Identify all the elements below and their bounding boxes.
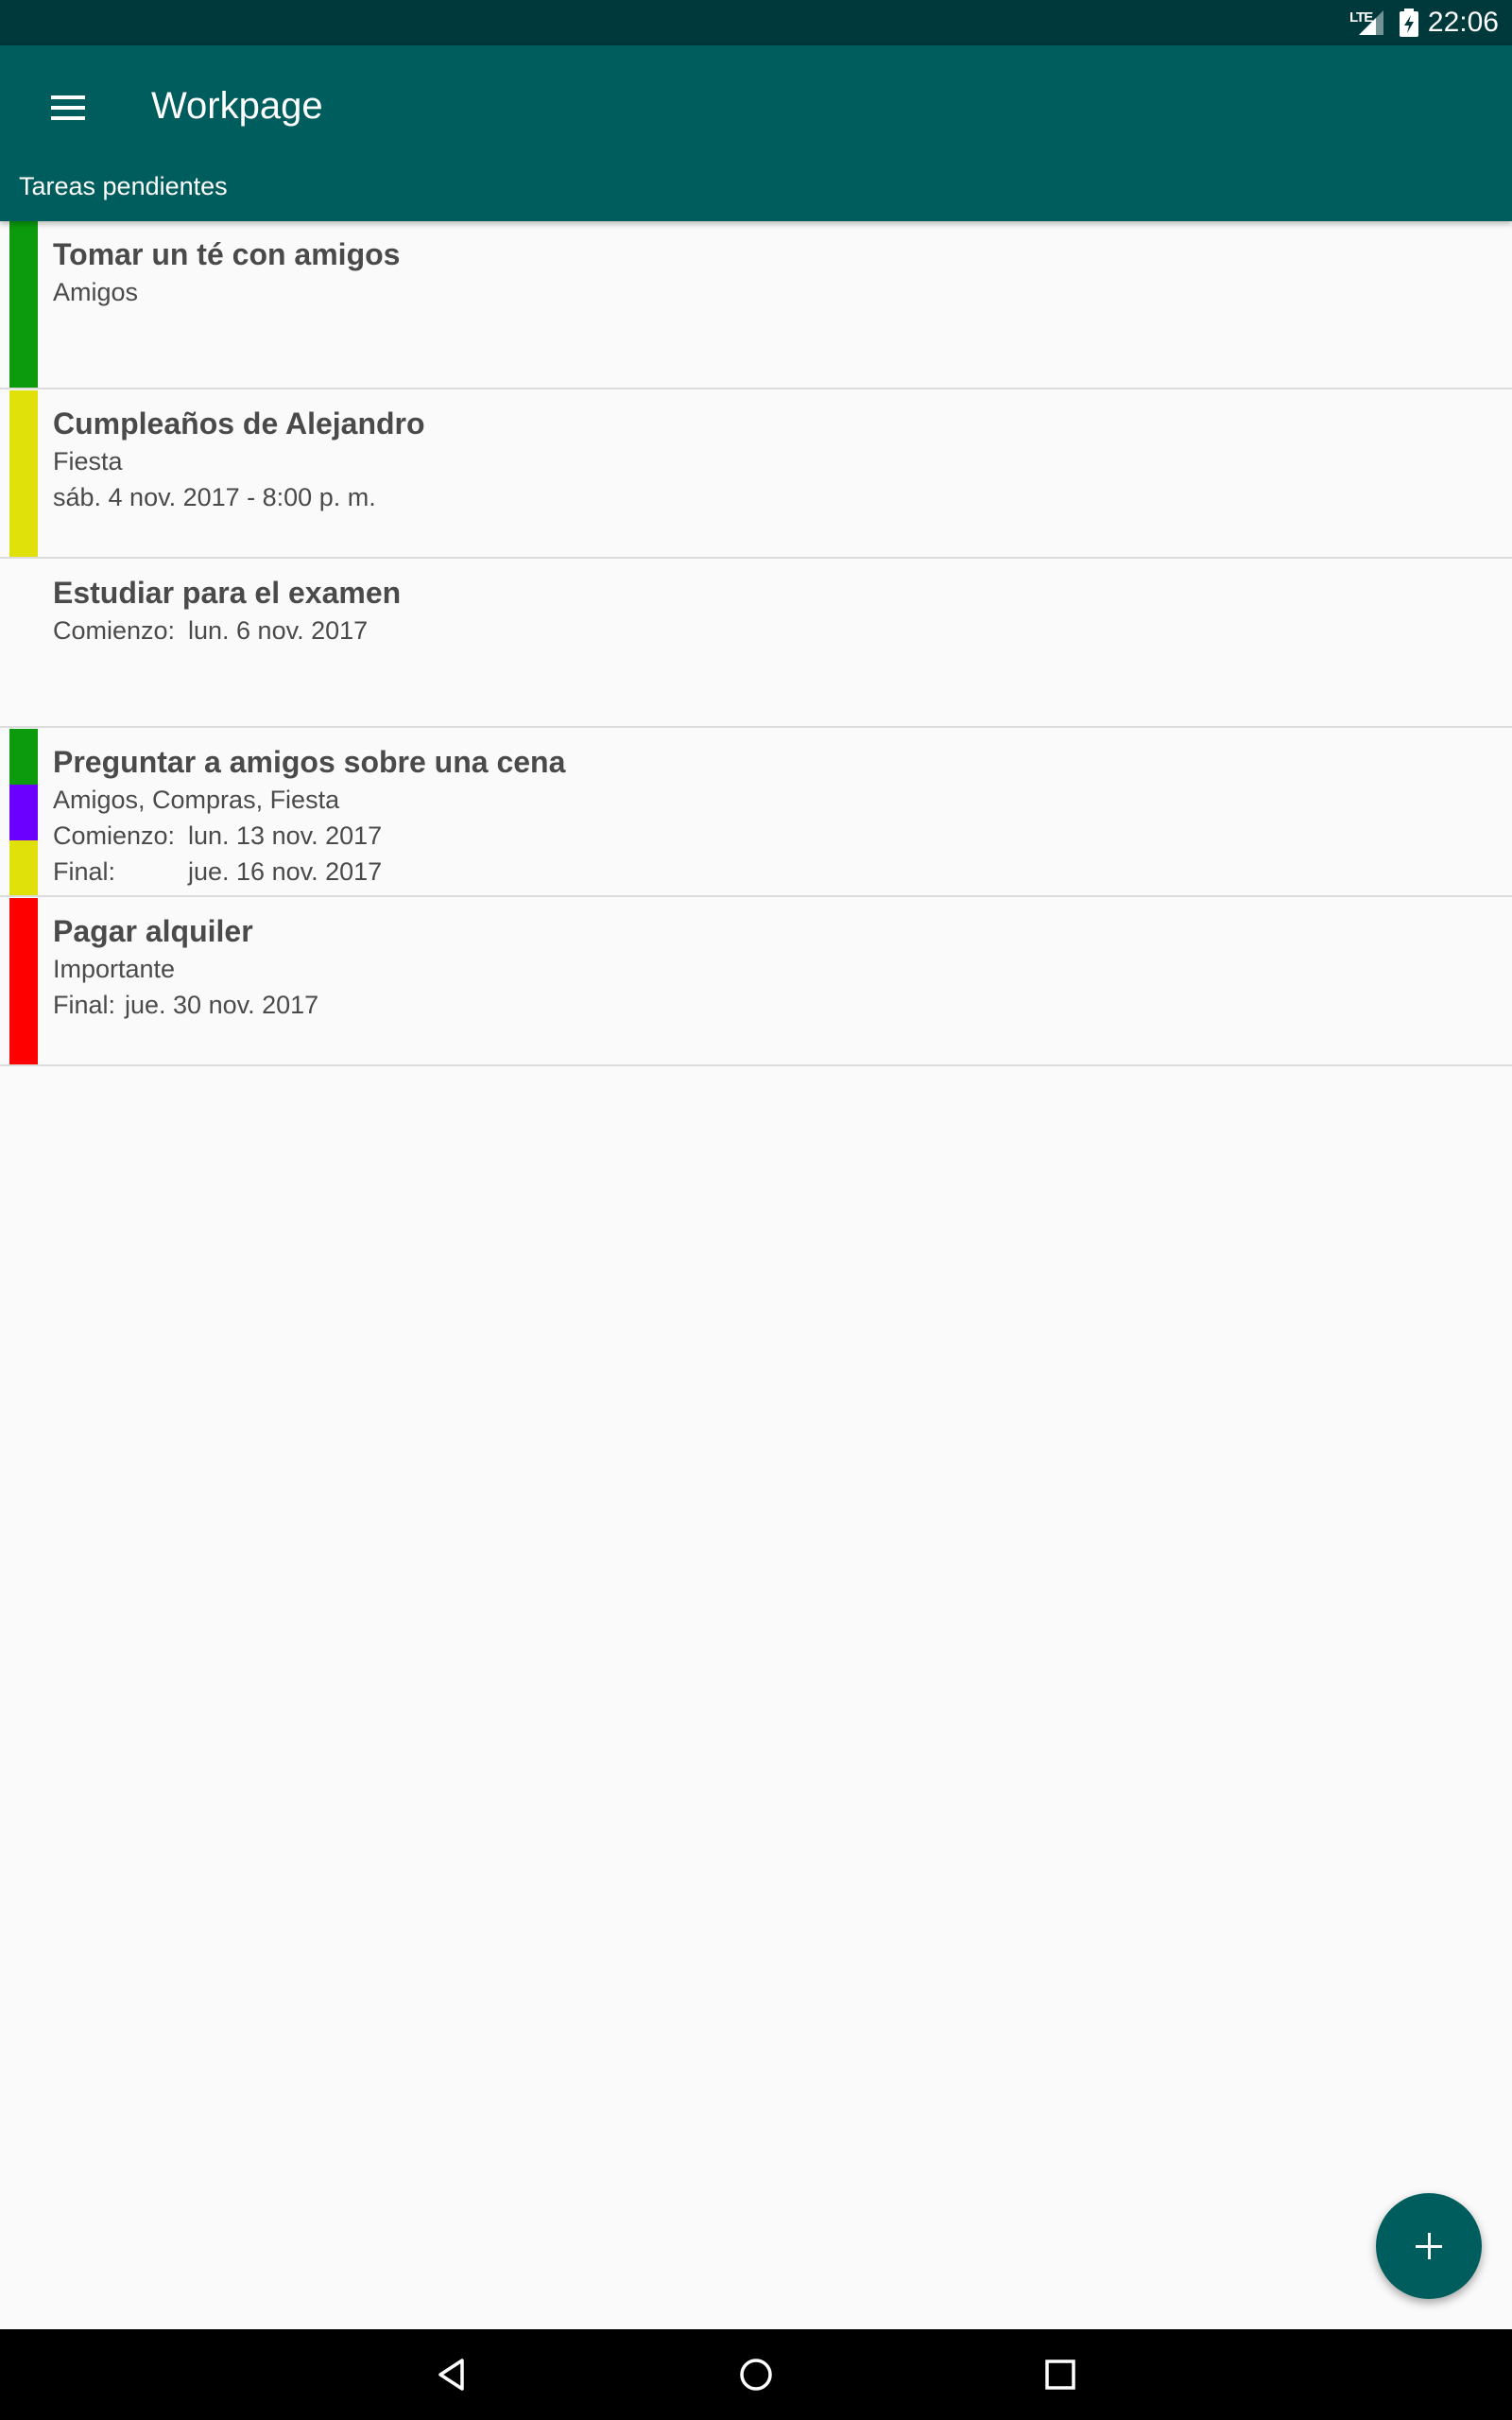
task-start-date: Comienzo: lun. 13 nov. 2017 xyxy=(53,818,565,854)
category-color-stripe xyxy=(9,390,38,557)
category-color-stripe xyxy=(9,560,38,726)
task-end-date: Final: jue. 16 nov. 2017 xyxy=(53,854,565,890)
battery-charging-icon xyxy=(1400,9,1418,37)
category-color-segment xyxy=(9,898,38,1064)
start-value: lun. 13 nov. 2017 xyxy=(188,821,383,850)
category-color-stripe xyxy=(9,729,38,895)
category-color-stripe xyxy=(9,221,38,388)
category-color-segment xyxy=(9,729,38,785)
menu-button[interactable] xyxy=(38,78,98,138)
start-label: Comienzo: xyxy=(53,616,176,645)
signal-icon xyxy=(1359,10,1383,35)
task-item[interactable]: Preguntar a amigos sobre una cena Amigos… xyxy=(0,729,1512,897)
app-bar: Workpage Tareas pendientes xyxy=(0,45,1512,221)
task-categories: Importante xyxy=(53,955,176,983)
end-value: jue. 30 nov. 2017 xyxy=(125,991,319,1019)
task-item[interactable]: Pagar alquiler Importante Final: jue. 30 … xyxy=(0,898,1512,1066)
task-datetime: sáb. 4 nov. 2017 - 8:00 p. m. xyxy=(53,483,376,511)
task-title: Estudiar para el examen xyxy=(53,576,402,610)
category-color-segment xyxy=(9,785,38,840)
task-item[interactable]: Cumpleaños de Alejandro Fiesta sáb. 4 no… xyxy=(0,390,1512,559)
task-item[interactable]: Estudiar para el examen Comienzo: lun. 6 … xyxy=(0,560,1512,728)
task-title: Cumpleaños de Alejandro xyxy=(53,406,425,441)
add-task-button[interactable] xyxy=(1376,2193,1482,2299)
task-categories: Amigos, Compras, Fiesta xyxy=(53,786,340,814)
end-label: Final: xyxy=(53,857,116,886)
category-color-segment xyxy=(9,390,38,557)
end-label: Final: xyxy=(53,991,116,1019)
section-subtitle: Tareas pendientes xyxy=(19,172,228,200)
home-icon[interactable] xyxy=(728,2346,784,2403)
task-title: Preguntar a amigos sobre una cena xyxy=(53,745,566,779)
task-item[interactable]: Tomar un té con amigos Amigos xyxy=(0,221,1512,389)
category-color-segment xyxy=(9,221,38,388)
task-categories: Fiesta xyxy=(53,447,123,475)
status-bar: LTE 22:06 xyxy=(0,0,1512,45)
clock: 22:06 xyxy=(1427,7,1499,38)
task-title: Pagar alquiler xyxy=(53,914,253,948)
back-icon[interactable] xyxy=(423,2346,480,2403)
navigation-bar xyxy=(0,2329,1512,2420)
task-start-date: Comienzo: lun. 6 nov. 2017 xyxy=(53,613,401,648)
app-title: Workpage xyxy=(151,85,323,127)
task-categories: Amigos xyxy=(53,278,139,306)
task-end-date: Final: jue. 30 nov. 2017 xyxy=(53,987,318,1023)
task-title: Tomar un té con amigos xyxy=(53,237,401,271)
category-color-stripe xyxy=(9,898,38,1064)
recents-icon[interactable] xyxy=(1032,2346,1089,2403)
end-value: jue. 16 nov. 2017 xyxy=(188,857,383,886)
start-value: lun. 6 nov. 2017 xyxy=(188,616,369,645)
category-color-segment xyxy=(9,840,38,895)
start-label: Comienzo: xyxy=(53,821,176,850)
